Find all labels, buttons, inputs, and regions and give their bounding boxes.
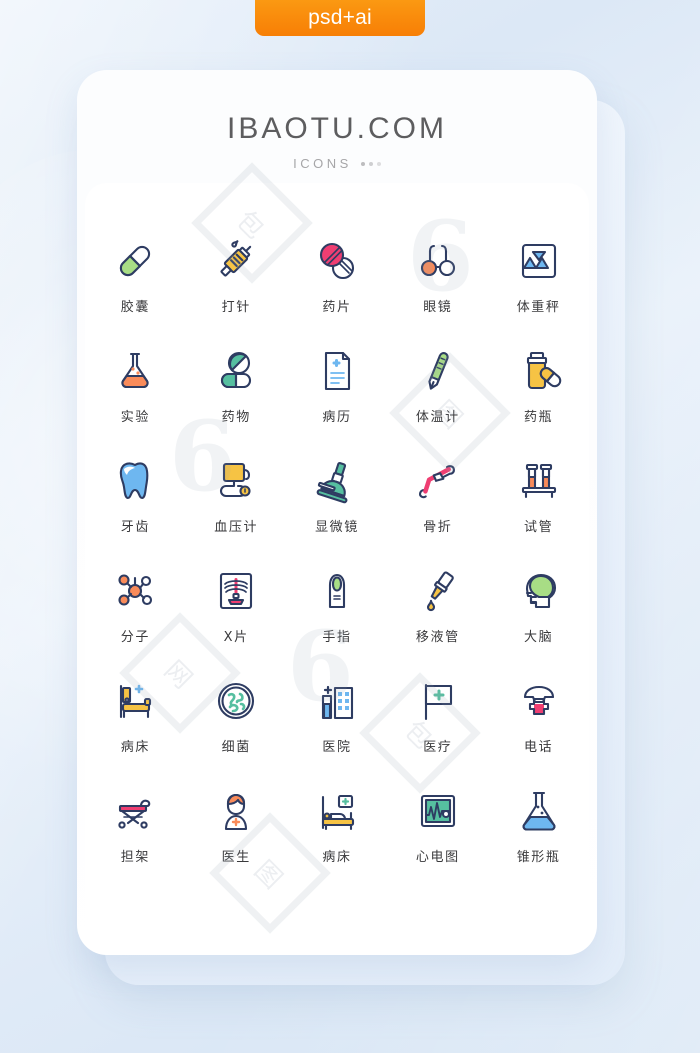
icon-label: 电话 <box>523 740 554 755</box>
icon-cell-fracture[interactable]: 骨折 <box>387 447 488 557</box>
icon-label: 医疗 <box>423 740 453 755</box>
icon-label: 胶囊 <box>120 300 150 315</box>
icon-label: 打针 <box>221 300 251 315</box>
icon-cell-molecule[interactable]: 分子 <box>85 557 186 667</box>
microscope-icon <box>309 453 365 509</box>
icon-cell-hospital[interactable]: 医院 <box>287 667 388 777</box>
syringe-icon <box>208 233 264 289</box>
finger-icon <box>309 563 365 619</box>
xray-icon <box>208 563 264 619</box>
icon-label: 锥形瓶 <box>516 850 561 865</box>
card-header: IBAOTU.COM ICONS <box>77 70 597 171</box>
medical-flag-icon <box>410 673 466 729</box>
psd-ai-badge: psd+ai <box>255 0 425 36</box>
icon-label: 血压计 <box>214 520 259 535</box>
icon-cell-xray[interactable]: X片 <box>186 557 287 667</box>
icon-label: 大脑 <box>523 630 554 645</box>
icon-cell-medicine[interactable]: 药物 <box>186 337 287 447</box>
icon-cell-brain[interactable]: 大脑 <box>488 557 589 667</box>
icon-label: 病床 <box>120 740 150 755</box>
icon-label: 骨折 <box>423 520 453 535</box>
icon-set-card: IBAOTU.COM ICONS 胶囊 打针 药片 眼镜 体重秤 实验 药物 病… <box>77 70 597 955</box>
icon-cell-testtube[interactable]: 试管 <box>488 447 589 557</box>
icon-cell-thermometer[interactable]: 体温计 <box>387 337 488 447</box>
test-tube-icon <box>511 453 567 509</box>
icon-label: 分子 <box>120 630 150 645</box>
page-title: IBAOTU.COM <box>226 112 447 145</box>
emergency-phone-icon <box>511 673 567 729</box>
icon-cell-sickbed1[interactable]: 病床 <box>85 667 186 777</box>
icon-label: 药片 <box>322 300 352 315</box>
icon-cell-glasses[interactable]: 眼镜 <box>387 227 488 337</box>
icon-cell-microscope[interactable]: 显微镜 <box>287 447 388 557</box>
medicine-icon <box>208 343 264 399</box>
icon-cell-injection[interactable]: 打针 <box>186 227 287 337</box>
icon-cell-scale[interactable]: 体重秤 <box>488 227 589 337</box>
icon-label: 显微镜 <box>315 520 359 535</box>
patient-bed-icon <box>309 783 365 839</box>
icon-cell-sickbed2[interactable]: 病床 <box>287 777 388 887</box>
icon-cell-phone[interactable]: 电话 <box>488 667 589 777</box>
icon-cell-record[interactable]: 病历 <box>287 337 388 447</box>
blood-pressure-icon <box>208 453 264 509</box>
stretcher-icon <box>107 783 163 839</box>
lab-flask-icon <box>107 343 163 399</box>
pipette-icon <box>410 563 466 619</box>
icon-cell-finger[interactable]: 手指 <box>287 557 388 667</box>
icon-cell-doctor[interactable]: 医生 <box>186 777 287 887</box>
icon-label: 医生 <box>221 850 251 865</box>
icon-label: 体重秤 <box>516 300 561 315</box>
hospital-icon <box>309 673 365 729</box>
icon-grid-panel: 胶囊 打针 药片 眼镜 体重秤 实验 药物 病历 体温计 药瓶 牙齿 血压计 显… <box>85 183 589 947</box>
icon-label: 移液管 <box>415 630 460 645</box>
icon-label: 细菌 <box>221 740 251 755</box>
icon-label: 试管 <box>523 520 554 535</box>
subtitle-dots-icon <box>360 161 381 166</box>
icon-cell-capsule[interactable]: 胶囊 <box>85 227 186 337</box>
capsule-icon <box>107 233 163 289</box>
icon-label: 医院 <box>322 740 352 755</box>
doctor-icon <box>208 783 264 839</box>
hospital-bed-icon <box>107 673 163 729</box>
icon-label: 手指 <box>322 630 352 645</box>
page-subtitle: ICONS <box>77 156 597 171</box>
icon-grid: 胶囊 打针 药片 眼镜 体重秤 实验 药物 病历 体温计 药瓶 牙齿 血压计 显… <box>85 227 589 887</box>
thermometer-icon <box>410 343 466 399</box>
bacteria-icon <box>208 673 264 729</box>
icon-cell-ecg[interactable]: 心电图 <box>387 777 488 887</box>
molecule-icon <box>107 563 163 619</box>
icon-label: 药瓶 <box>523 410 554 425</box>
icon-label: 牙齿 <box>120 520 150 535</box>
icon-label: 药物 <box>221 410 251 425</box>
brain-icon <box>511 563 567 619</box>
icon-label: 病床 <box>322 850 352 865</box>
bone-fracture-icon <box>410 453 466 509</box>
icon-cell-bpmonitor[interactable]: 血压计 <box>186 447 287 557</box>
icon-label: 实验 <box>120 410 150 425</box>
glasses-icon <box>410 233 466 289</box>
medical-record-icon <box>309 343 365 399</box>
pills-icon <box>309 233 365 289</box>
icon-label: 体温计 <box>415 410 460 425</box>
icon-label: X片 <box>223 630 249 645</box>
ecg-monitor-icon <box>410 783 466 839</box>
icon-cell-stretcher[interactable]: 担架 <box>85 777 186 887</box>
icon-cell-flask[interactable]: 实验 <box>85 337 186 447</box>
icon-label: 心电图 <box>415 850 460 865</box>
icon-cell-conicalflask[interactable]: 锥形瓶 <box>488 777 589 887</box>
conical-flask-icon <box>511 783 567 839</box>
icon-label: 病历 <box>322 410 352 425</box>
icon-label: 担架 <box>120 850 150 865</box>
tooth-icon <box>107 453 163 509</box>
weight-scale-icon <box>511 233 567 289</box>
icon-cell-medbottle[interactable]: 药瓶 <box>488 337 589 447</box>
icon-cell-tooth[interactable]: 牙齿 <box>85 447 186 557</box>
medicine-bottle-icon <box>511 343 567 399</box>
icon-cell-pills[interactable]: 药片 <box>287 227 388 337</box>
icon-cell-bacteria[interactable]: 细菌 <box>186 667 287 777</box>
icon-cell-pipette[interactable]: 移液管 <box>387 557 488 667</box>
icon-cell-medicalflag[interactable]: 医疗 <box>387 667 488 777</box>
page-subtitle-text: ICONS <box>293 156 352 171</box>
icon-label: 眼镜 <box>423 300 453 315</box>
